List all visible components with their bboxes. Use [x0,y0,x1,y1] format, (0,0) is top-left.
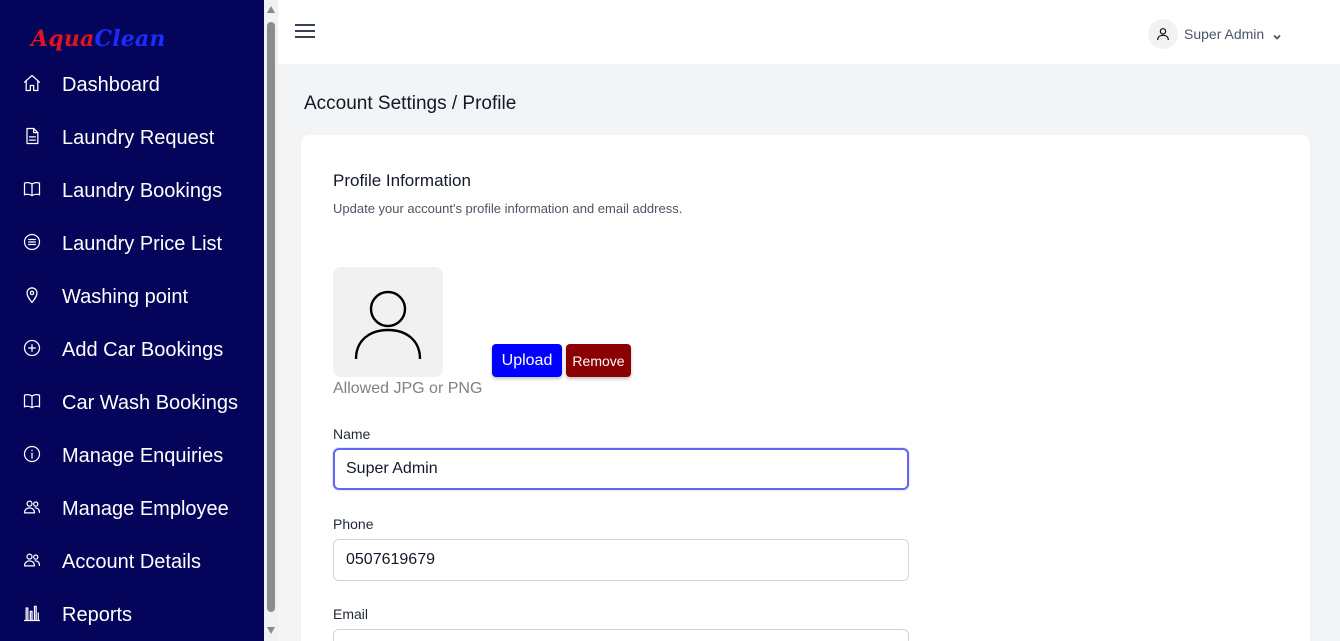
list-circle-icon [22,232,42,252]
user-avatar-icon [1148,19,1178,49]
users-icon [22,550,42,570]
sidebar: AquaClean Dashboard Laundry Request Laun… [0,0,264,641]
email-label: Email [333,606,369,622]
user-name: Super Admin [1184,26,1265,42]
home-icon [22,73,42,93]
sidebar-item-label: Add Car Bookings [62,339,224,361]
sidebar-item-label: Reports [62,604,133,626]
sidebar-item-manage-employee[interactable]: Manage Employee [0,484,264,537]
top-header: Super Admin [278,0,1340,64]
sidebar-item-label: Dashboard [62,74,160,96]
sidebar-item-manage-enquiries[interactable]: Manage Enquiries [0,431,264,484]
sidebar-item-label: Manage Employee [62,498,229,520]
sidebar-item-label: Laundry Request [62,127,215,149]
book-icon [22,179,42,199]
scroll-up-arrow-icon[interactable] [267,6,275,13]
info-circle-icon [22,444,42,464]
sidebar-item-label: Laundry Bookings [62,180,223,202]
brand-part-aqua: Aqua [31,26,95,52]
plus-circle-icon [22,338,42,358]
chevron-down-icon [1272,29,1282,40]
page-title: Account Settings / Profile [304,93,517,114]
remove-button[interactable]: Remove [566,344,631,377]
sidebar-item-label: Car Wash Bookings [62,392,238,414]
sidebar-item-dashboard[interactable]: Dashboard [0,60,264,113]
brand-logo[interactable]: AquaClean [31,26,166,52]
user-menu[interactable]: Super Admin [1148,19,1282,49]
sidebar-item-car-wash-bookings[interactable]: Car Wash Bookings [0,378,264,431]
user-placeholder-icon [354,290,422,360]
upload-button[interactable]: Upload [492,344,562,377]
sidebar-item-washing-point[interactable]: Washing point [0,272,264,325]
bar-chart-icon [22,603,42,623]
profile-card: Profile Information Update your account'… [301,135,1310,641]
sidebar-nav: Dashboard Laundry Request Laundry Bookin… [0,60,264,641]
users-icon [22,497,42,517]
profile-section-title: Profile Information [333,171,471,190]
email-field[interactable] [333,629,909,641]
document-icon [22,126,42,146]
allowed-formats-hint: Allowed JPG or PNG [333,380,483,397]
profile-photo [333,267,443,377]
sidebar-item-laundry-price-list[interactable]: Laundry Price List [0,219,264,272]
sidebar-item-add-car-bookings[interactable]: Add Car Bookings [0,325,264,378]
phone-field[interactable] [333,539,909,581]
sidebar-item-label: Washing point [62,286,188,308]
name-label: Name [333,426,371,442]
sidebar-scrollbar[interactable] [264,0,278,641]
profile-section-subtitle: Update your account's profile informatio… [333,201,683,216]
name-field[interactable] [333,448,909,490]
sidebar-item-label: Account Details [62,551,201,573]
sidebar-item-account-details[interactable]: Account Details [0,537,264,590]
book-icon [22,391,42,411]
phone-label: Phone [333,516,374,532]
sidebar-item-reports[interactable]: Reports [0,590,264,641]
sidebar-item-label: Laundry Price List [62,233,223,255]
sidebar-item-laundry-request[interactable]: Laundry Request [0,113,264,166]
sidebar-item-label: Manage Enquiries [62,445,224,467]
scrollbar-thumb[interactable] [267,22,275,612]
map-pin-icon [22,285,42,305]
sidebar-item-laundry-bookings[interactable]: Laundry Bookings [0,166,264,219]
hamburger-menu-icon[interactable] [295,24,315,38]
scroll-down-arrow-icon[interactable] [267,627,275,634]
brand-part-clean: Clean [94,26,166,52]
